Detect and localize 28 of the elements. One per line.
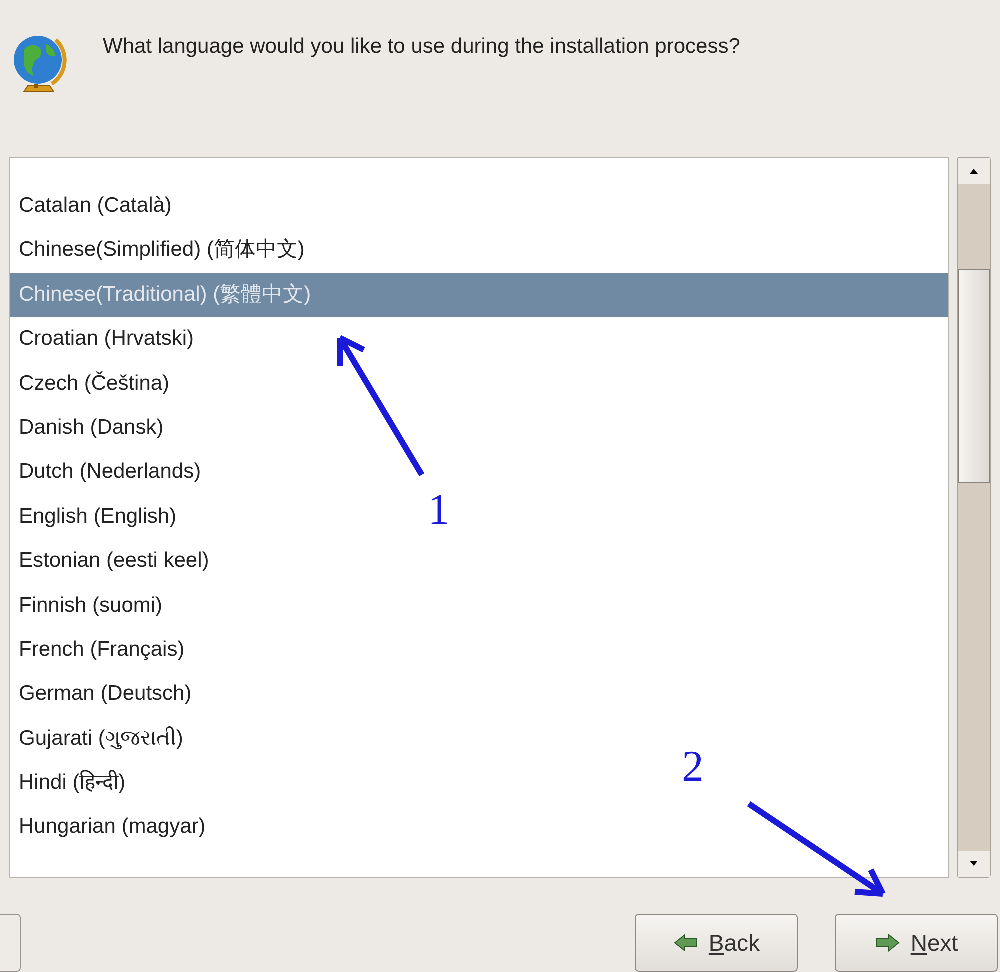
language-item[interactable]: Czech (Čeština): [10, 362, 176, 406]
language-item[interactable]: German (Deutsch): [10, 672, 198, 717]
scroll-down-button[interactable]: [958, 851, 990, 877]
down-arrow-icon: [969, 861, 979, 867]
language-item[interactable]: English (English): [10, 494, 183, 540]
scroll-thumb[interactable]: [958, 269, 990, 483]
scrollbar[interactable]: [957, 157, 991, 878]
language-item[interactable]: Gujarati (ગુજરાતી): [10, 716, 190, 762]
right-arrow-icon: [874, 933, 901, 953]
annotation-number: 2: [682, 745, 704, 789]
language-item[interactable]: Catalan (Català): [10, 184, 178, 228]
language-item[interactable]: Danish (Dansk): [10, 406, 170, 450]
language-item[interactable]: Hungarian (magyar): [10, 805, 212, 850]
language-item[interactable]: French (Français): [10, 628, 191, 672]
language-item[interactable]: Chinese(Simplified) (简体中文): [10, 228, 311, 273]
left-arrow-icon: [672, 933, 699, 953]
up-arrow-icon: [969, 168, 979, 174]
scroll-up-button[interactable]: [958, 158, 990, 184]
partial-button[interactable]: [0, 914, 21, 972]
back-button[interactable]: Back: [635, 914, 798, 972]
language-item[interactable]: Croatian (Hrvatski): [10, 317, 200, 362]
question-text: What language would you like to use during the installation process?: [103, 34, 742, 60]
language-item[interactable]: Finnish (suomi): [10, 584, 169, 628]
language-item[interactable]: Dutch (Nederlands): [10, 450, 208, 495]
language-item[interactable]: Estonian (eesti keel): [10, 539, 216, 584]
next-button[interactable]: Next: [835, 914, 998, 972]
language-item[interactable]: Hindi (हिन्दी): [10, 761, 132, 806]
annotation-number: 1: [428, 488, 450, 532]
